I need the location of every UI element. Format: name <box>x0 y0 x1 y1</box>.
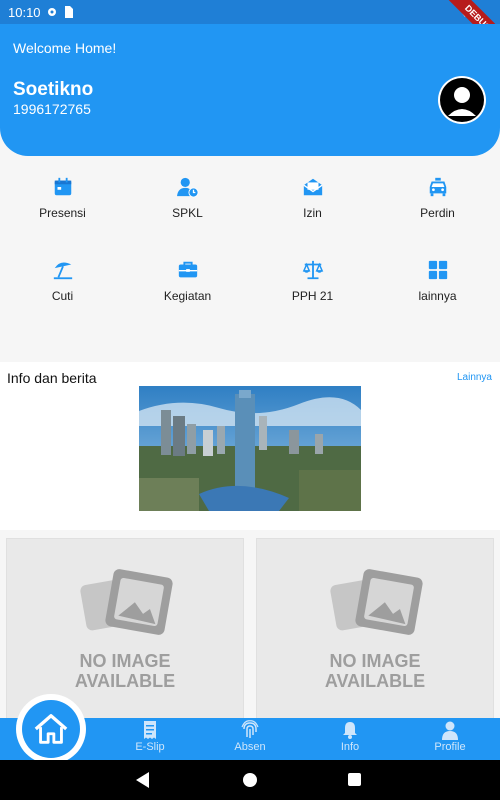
home-button[interactable] <box>22 700 80 758</box>
nav-profile[interactable]: Profile <box>420 720 480 753</box>
status-bar: 10:10 DEBUG <box>0 0 500 60</box>
news-card[interactable]: NO IMAGE AVAILABLE <box>256 538 494 724</box>
menu-cuti[interactable]: Cuti <box>0 249 125 332</box>
welcome-text: Welcome Home! <box>13 40 117 56</box>
menu-label: SPKL <box>172 206 203 220</box>
nav-e-slip[interactable]: E-Slip <box>120 720 180 753</box>
bell-icon <box>343 722 357 739</box>
no-image-text: AVAILABLE <box>74 671 176 691</box>
system-home-icon[interactable] <box>243 773 257 787</box>
briefcase-icon <box>178 261 197 278</box>
nav-info[interactable]: Info <box>320 720 380 753</box>
menu-spkl[interactable]: SPKL <box>125 166 250 249</box>
menu-izin[interactable]: Izin <box>250 166 375 249</box>
grid-icon <box>428 260 447 280</box>
menu-kegiatan[interactable]: Kegiatan <box>125 249 250 332</box>
news-section: Info dan berita Lainnya <box>0 362 500 530</box>
nav-label: Profile <box>434 741 466 753</box>
calendar-icon <box>54 177 71 196</box>
fingerprint-icon <box>241 720 259 738</box>
user-id: 1996172765 <box>13 101 91 117</box>
sim-card-icon <box>64 6 73 18</box>
system-nav-bar <box>0 760 500 800</box>
menu-pph21[interactable]: PPH 21 <box>250 249 375 332</box>
nav-absen[interactable]: Absen <box>220 720 280 753</box>
umbrella-beach-icon <box>53 262 72 280</box>
recent-apps-icon[interactable] <box>348 773 361 786</box>
nav-label: E-Slip <box>135 741 165 753</box>
user-silhouette-icon <box>440 78 484 122</box>
news-cards: NO IMAGE AVAILABLE NO IMAGE AVAILABLE <box>0 530 500 724</box>
taxi-icon <box>429 177 446 197</box>
avatar[interactable] <box>438 76 486 124</box>
news-image[interactable] <box>139 386 361 511</box>
receipt-icon <box>144 721 156 739</box>
menu-label: PPH 21 <box>291 289 334 303</box>
back-icon[interactable] <box>136 772 150 788</box>
balance-scale-icon <box>302 260 323 280</box>
no-image-text: AVAILABLE <box>324 671 426 691</box>
home-button-container <box>16 694 86 764</box>
nav-label: Info <box>340 741 360 753</box>
menu-label: Cuti <box>51 289 74 303</box>
no-image-text: NO IMAGE <box>79 651 171 671</box>
profile-header: Welcome Home! Soetikno 1996172765 <box>0 24 500 156</box>
status-time: 10:10 <box>8 4 41 20</box>
menu-label: Izin <box>303 206 322 220</box>
no-image-icon <box>80 569 173 635</box>
nav-label: Absen <box>234 741 266 753</box>
no-image-icon <box>330 569 423 635</box>
menu-presensi[interactable]: Presensi <box>0 166 125 249</box>
menu-label: Perdin <box>420 206 455 220</box>
settings-status-icon <box>47 8 56 16</box>
user-name: Soetikno <box>13 79 94 100</box>
menu-label: lainnya <box>418 289 457 303</box>
user-icon <box>442 721 458 740</box>
menu-grid: Presensi SPKL Izin Perdin Cuti Kegiatan … <box>0 166 500 356</box>
home-icon <box>34 714 68 744</box>
user-clock-icon <box>176 177 199 198</box>
no-image-text: NO IMAGE <box>329 651 421 671</box>
menu-label: Kegiatan <box>163 289 212 303</box>
envelope-open-icon <box>302 178 323 196</box>
news-more-link[interactable]: Lainnya <box>457 372 492 383</box>
menu-label: Presensi <box>39 206 86 220</box>
menu-perdin[interactable]: Perdin <box>375 166 500 249</box>
news-section-title: Info dan berita <box>7 370 97 386</box>
menu-lainnya[interactable]: lainnya <box>375 249 500 332</box>
